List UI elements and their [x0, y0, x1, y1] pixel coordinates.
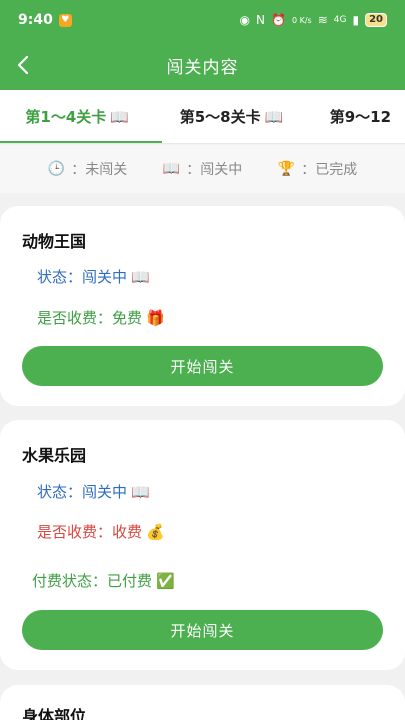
level-card: 身体部位	[0, 685, 405, 720]
page-title: 闯关内容	[166, 57, 239, 78]
legend-label: ：闯关中	[186, 162, 243, 178]
start-level-button[interactable]: 开始闯关	[22, 346, 383, 386]
pay-status-text: 付费状态：已付费	[32, 572, 153, 590]
level-fee: 是否收费：免费 🎁	[37, 307, 165, 328]
level-status: 状态：闯关中 📖	[37, 266, 150, 287]
level-name: 动物王国	[22, 232, 87, 251]
level-card: 动物王国 状态：闯关中 📖 是否收费：免费 🎁 开始闯关	[0, 206, 405, 406]
legend-label: ：未闯关	[71, 162, 128, 178]
status-icons: ◉ N ⏰ 0 K/s ≋ 4G ▮ 20	[240, 13, 387, 27]
level-card: 水果乐园 状态：闯关中 📖 是否收费：收费 💰 付费状态：已付费 ✅ 开始闯关	[0, 420, 405, 670]
nfc-icon: N	[256, 13, 265, 27]
nav-bar: 闯关内容	[0, 40, 405, 90]
tab-levels-5-8[interactable]: 第5～8关卡 📖	[154, 90, 308, 143]
gift-icon: 🎁	[146, 308, 165, 327]
level-name: 身体部位	[22, 707, 87, 720]
level-fee: 是否收费：收费 💰	[37, 521, 165, 542]
tab-levels-1-4[interactable]: 第1～4关卡 📖	[0, 90, 163, 143]
legend-in-progress: 📖 ：闯关中	[163, 159, 242, 179]
check-icon: ✅	[156, 571, 175, 590]
status-bar: 9:40 ♥ ◉ N ⏰ 0 K/s ≋ 4G ▮ 20	[0, 0, 405, 40]
level-status: 状态：闯关中 📖	[37, 481, 150, 502]
signal-label: 4G	[333, 15, 347, 25]
fee-text: 是否收费：收费	[37, 523, 143, 541]
start-level-button[interactable]: 开始闯关	[22, 610, 383, 650]
status-legend: 🕒 ：未闯关 📖 ：闯关中 🏆 ：已完成	[0, 145, 405, 193]
trophy-icon: 🏆	[277, 161, 296, 177]
tab-label: 第9～12	[329, 108, 392, 126]
book-icon: 📖	[131, 482, 150, 501]
tab-label: 第5～8关卡	[179, 108, 261, 126]
legend-label: ：已完成	[301, 162, 358, 178]
signal-icon: ▮	[352, 13, 360, 27]
book-icon: 📖	[110, 107, 129, 126]
eye-icon: ◉	[239, 13, 251, 27]
book-icon: 📖	[131, 267, 150, 286]
level-name: 水果乐园	[22, 446, 87, 465]
status-time: 9:40	[18, 12, 53, 28]
book-icon: 📖	[162, 161, 181, 177]
tab-levels-9-12[interactable]: 第9～12	[309, 90, 405, 143]
net-speed: 0 K/s	[291, 15, 312, 25]
tab-label: 第1～4关卡	[25, 108, 107, 126]
wifi-icon: ≋	[317, 13, 328, 27]
money-bag-icon: 💰	[146, 522, 165, 541]
status-text: 状态：闯关中	[37, 268, 128, 286]
back-arrow-icon[interactable]	[12, 53, 36, 77]
clock-icon: 🕒	[47, 161, 66, 177]
legend-completed: 🏆 ：已完成	[278, 159, 357, 179]
book-icon: 📖	[264, 107, 284, 126]
legend-not-started: 🕒 ：未闯关	[48, 159, 127, 179]
alarm-icon: ⏰	[271, 13, 286, 27]
status-text: 状态：闯关中	[37, 483, 128, 501]
fee-text: 是否收费：免费	[37, 309, 143, 327]
level-tabs: 第1～4关卡 📖 第5～8关卡 📖 第9～12	[0, 90, 405, 144]
battery-icon: 20	[365, 13, 387, 27]
app-notification-icon: ♥	[58, 13, 72, 27]
payment-status: 付费状态：已付费 ✅	[32, 570, 175, 591]
